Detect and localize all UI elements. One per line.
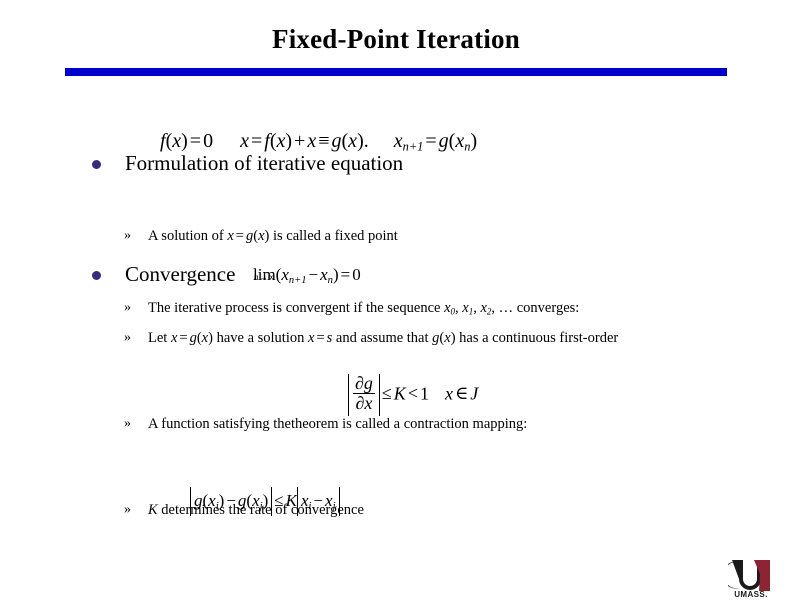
math-token-g-6: g: [363, 373, 373, 393]
fixed-point-text-a: A solution of: [148, 228, 228, 244]
bullet-convergence-label: Convergence: [125, 262, 236, 286]
math-plus-1: +: [294, 130, 306, 152]
math-token-x-20: x: [444, 383, 453, 404]
math-sub-n1-2: n+1: [288, 274, 307, 286]
umass-wordmark: UMASS.: [734, 590, 768, 599]
math-token-x-6: x: [393, 130, 403, 152]
limit-underscript: n→∞: [253, 273, 275, 284]
math-token-x-8: x: [227, 228, 234, 244]
subbullet-contraction-mapping: » A function satisfying thetheorem is ca…: [124, 416, 527, 433]
fraction-denominator: ∂x: [353, 392, 375, 413]
math-eq-5: =: [340, 265, 351, 284]
let-text-c: and assume that: [332, 330, 433, 346]
contraction-text-a: A function satisfying the: [148, 416, 291, 432]
iterative-text-b: converges:: [513, 300, 580, 316]
math-partial-1: ∂: [355, 373, 364, 393]
math-rparen-1: ): [181, 130, 188, 152]
bullet-convergence: Convergence: [92, 262, 236, 286]
math-comma-2: ,: [473, 300, 477, 316]
math-token-one: 1: [419, 383, 429, 404]
math-token-x-5: x: [348, 130, 358, 152]
math-eq-4: =: [235, 228, 244, 244]
math-token-x-1: x: [172, 130, 182, 152]
math-token-x-7: x: [455, 130, 465, 152]
subbullet-iterative-process: » The iterative process is convergent if…: [124, 300, 579, 317]
let-text-d: has a continuous first-order: [455, 330, 619, 346]
math-eq-1: =: [189, 130, 202, 152]
math-equiv-1: ≡: [318, 130, 330, 152]
fixed-point-text-b: is called a fixed point: [269, 228, 398, 244]
math-token-J: J: [470, 383, 479, 404]
math-comma-3: ,: [491, 300, 495, 316]
math-token-zero: 0: [203, 130, 214, 152]
guillemet-icon-5: »: [124, 502, 131, 517]
math-token-x-19: x: [364, 392, 373, 413]
fraction-numerator: ∂g: [353, 374, 375, 394]
guillemet-icon-1: »: [124, 228, 131, 243]
math-rparen-3: ): [357, 130, 364, 152]
subbullet-rate-of-convergence: » K determines the rate of convergence: [124, 502, 364, 519]
bullet-formulation-label: Formulation of iterative equation: [125, 151, 404, 175]
math-token-x-10: x: [281, 265, 289, 284]
math-lt-1: <: [407, 383, 418, 404]
umass-logo-svg-icon: [722, 560, 772, 591]
bullet-formulation: Formulation of iterative equation: [92, 151, 404, 175]
math-token-x-11: x: [320, 265, 328, 284]
math-le-1: ≤: [381, 383, 392, 404]
let-text-a: Let: [148, 330, 171, 346]
equation-limit: lim n→∞ (xn+1− xn) = 0: [253, 265, 361, 286]
math-token-g-2: g: [438, 130, 449, 152]
guillemet-icon-2: »: [124, 300, 131, 315]
math-eq-2: =: [250, 130, 263, 152]
math-eq-7: =: [316, 330, 325, 346]
let-text-b: have a solution: [212, 330, 308, 346]
subbullet-fixed-point-content: A solution of x = g(x) is called a fixed p…: [148, 228, 398, 245]
math-token-x-2: x: [240, 130, 249, 152]
bullet-disc-icon: [92, 160, 101, 169]
contraction-text-b: theorem is called a contraction mapping:: [290, 416, 528, 432]
math-token-g-4: g: [189, 330, 197, 346]
math-in-1: ∈: [454, 383, 469, 404]
math-sub-n1-1: n+1: [402, 139, 424, 154]
math-token-K-1: K: [393, 383, 406, 404]
subbullet-rate-content: K determines the rate of convergence: [148, 502, 364, 519]
math-token-K-3: K: [148, 502, 158, 518]
math-minus-1: −: [308, 265, 319, 284]
subbullet-fixed-point: » A solution of x = g(x) is called a fixed…: [124, 228, 398, 245]
subbullet-contraction-mapping-content: A function satisfying thetheorem is call…: [148, 416, 527, 433]
subbullet-let-solution: » Let x = g(x) have a solution x = s and ass…: [124, 330, 618, 347]
guillemet-icon-4: »: [124, 416, 131, 431]
bullet-disc-icon-2: [92, 271, 101, 280]
iterative-text-a: The iterative process is convergent if t…: [148, 300, 445, 316]
math-eq-6: =: [179, 330, 188, 346]
math-token-x-4: x: [307, 130, 317, 152]
slide: Fixed-Point Iteration f(x) = 0 x = f(x) + x ≡ g(…: [0, 0, 792, 612]
umass-logo: UMASS.: [722, 560, 774, 602]
math-ellipsis-1: …: [498, 300, 514, 316]
math-rparen-6: ): [332, 265, 339, 284]
page-title: Fixed-Point Iteration: [272, 24, 520, 54]
title-divider: [65, 68, 727, 76]
rate-text-a: determines the rate of convergence: [157, 502, 364, 518]
math-token-g-1: g: [331, 130, 342, 152]
math-comma-1: ,: [455, 300, 459, 316]
math-eq-3: =: [425, 130, 437, 152]
umass-logo-mark-icon: [722, 560, 774, 591]
guillemet-icon-3: »: [124, 330, 131, 345]
math-token-zero-2: 0: [352, 265, 361, 284]
limit-operator: lim n→∞: [253, 265, 276, 285]
equation-derivative-condition: ∂g ∂x ≤ K <1 x ∈ J: [348, 374, 479, 417]
subbullet-let-solution-content: Let x = g(x) have a solution x = s and assum…: [148, 330, 618, 347]
partial-fraction: ∂g ∂x: [353, 374, 375, 413]
math-period-1: .: [363, 130, 369, 152]
math-rparen-4: ): [470, 130, 478, 152]
abs-partial-derivative: ∂g ∂x: [348, 374, 380, 417]
subbullet-iterative-process-content: The iterative process is convergent if t…: [148, 300, 579, 317]
